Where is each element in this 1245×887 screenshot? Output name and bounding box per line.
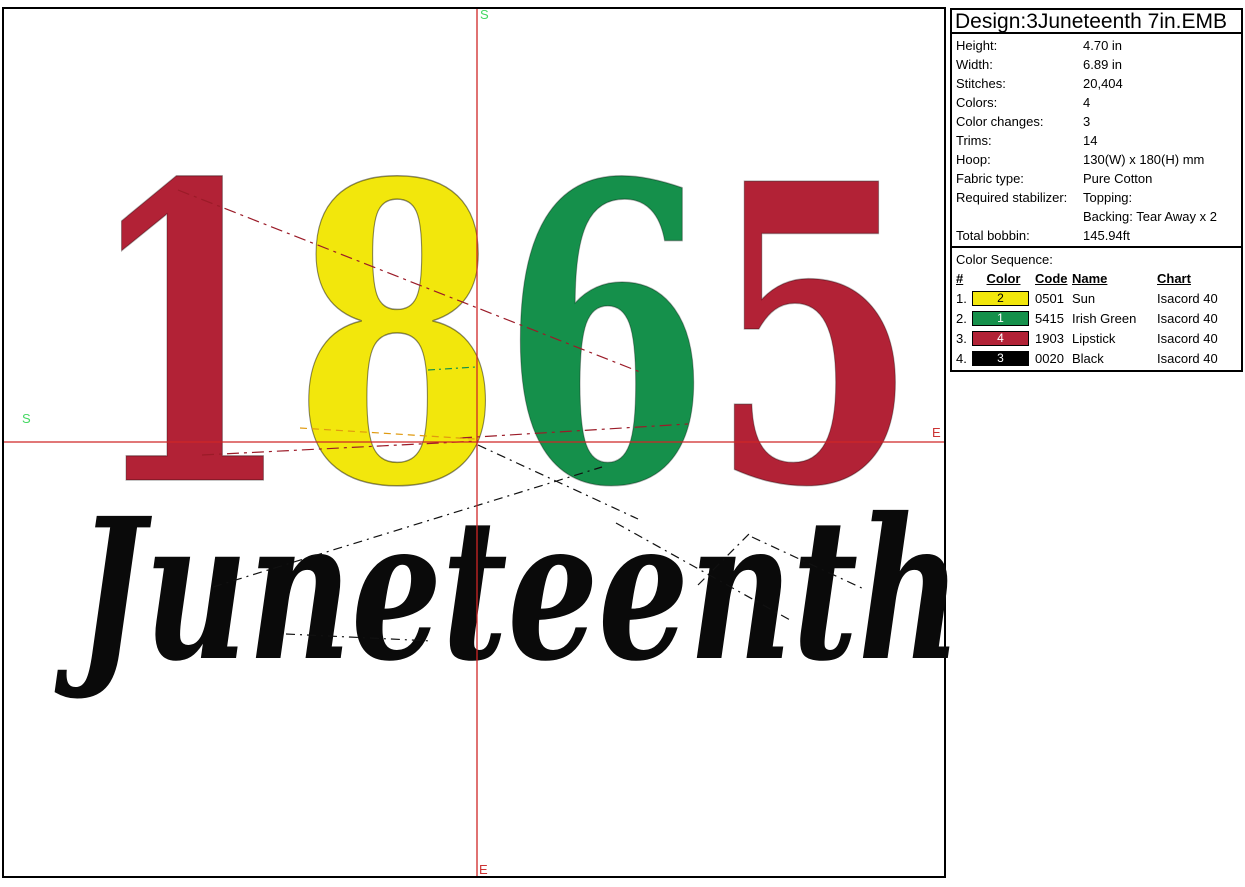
color-swatch: 3: [972, 351, 1029, 366]
property-value: 3: [1083, 112, 1239, 131]
color-swatch: 4: [972, 331, 1029, 346]
color-sequence-header: # Color Code Name Chart: [956, 269, 1239, 288]
property-label: Height:: [956, 36, 1083, 55]
color-sequence-row: 3. 4 1903 Lipstick Isacord 40: [956, 328, 1239, 348]
start-marker-left: S: [22, 412, 31, 425]
column-header-chart: Chart: [1157, 269, 1239, 288]
color-sequence-row: 4. 3 0020 Black Isacord 40: [956, 348, 1239, 368]
stabilizer-topping: Topping:: [1083, 190, 1132, 205]
thread-name: Black: [1072, 351, 1157, 366]
design-properties: Height:4.70 in Width:6.89 in Stitches:20…: [950, 34, 1243, 248]
property-label: Width:: [956, 55, 1083, 74]
thread-chart: Isacord 40: [1157, 351, 1239, 366]
thread-code: 0020: [1035, 351, 1072, 366]
property-row-stabilizer: Required stabilizer:Topping: Backing: Tea…: [956, 188, 1239, 226]
property-row-fabric-type: Fabric type:Pure Cotton: [956, 169, 1239, 188]
color-swatch: 2: [972, 291, 1029, 306]
property-label: Fabric type:: [956, 169, 1083, 188]
column-header-number: #: [956, 269, 972, 288]
property-value: Topping: Backing: Tear Away x 2: [1083, 188, 1239, 226]
column-header-color: Color: [972, 269, 1035, 288]
color-swatch: 1: [972, 311, 1029, 326]
design-script-text: Juneteenth: [77, 510, 962, 670]
thread-code: 1903: [1035, 331, 1072, 346]
property-label: Color changes:: [956, 112, 1083, 131]
property-value: Pure Cotton: [1083, 169, 1239, 188]
property-row-height: Height:4.70 in: [956, 36, 1239, 55]
property-label: Trims:: [956, 131, 1083, 150]
stabilizer-backing: Backing: Tear Away x 2: [1083, 209, 1217, 224]
thread-code: 0501: [1035, 291, 1072, 306]
thread-name: Irish Green: [1072, 311, 1157, 326]
color-sequence-row: 1. 2 0501 Sun Isacord 40: [956, 288, 1239, 308]
color-sequence-row: 2. 1 5415 Irish Green Isacord 40: [956, 308, 1239, 328]
property-label: Required stabilizer:: [956, 188, 1083, 226]
thread-code: 5415: [1035, 311, 1072, 326]
property-value: 14: [1083, 131, 1239, 150]
thread-chart: Isacord 40: [1157, 311, 1239, 326]
row-number: 4.: [956, 351, 972, 366]
start-marker-top: S: [480, 8, 489, 21]
property-row-trims: Trims:14: [956, 131, 1239, 150]
property-row-width: Width:6.89 in: [956, 55, 1239, 74]
end-marker-bottom: E: [479, 863, 488, 876]
thread-name: Sun: [1072, 291, 1157, 306]
row-number: 1.: [956, 291, 972, 306]
color-sequence-heading: Color Sequence:: [956, 250, 1239, 269]
property-label: Hoop:: [956, 150, 1083, 169]
row-number: 3.: [956, 331, 972, 346]
thread-chart: Isacord 40: [1157, 291, 1239, 306]
property-value: 6.89 in: [1083, 55, 1239, 74]
property-value: 20,404: [1083, 74, 1239, 93]
property-row-total-bobbin: Total bobbin:145.94ft: [956, 226, 1239, 245]
property-label: Total bobbin:: [956, 226, 1083, 245]
property-row-hoop: Hoop:130(W) x 180(H) mm: [956, 150, 1239, 169]
property-value: 4.70 in: [1083, 36, 1239, 55]
row-number: 2.: [956, 311, 972, 326]
design-canvas: 1865 Juneteenth S S E E: [2, 7, 946, 878]
property-row-colors: Colors:4: [956, 93, 1239, 112]
property-label: Colors:: [956, 93, 1083, 112]
property-row-stitches: Stitches:20,404: [956, 74, 1239, 93]
column-header-code: Code: [1035, 269, 1072, 288]
property-value: 145.94ft: [1083, 226, 1239, 245]
column-header-name: Name: [1072, 269, 1157, 288]
design-info-panel: Design:3Juneteenth 7in.EMB Height:4.70 i…: [950, 8, 1243, 372]
design-digits: 1865: [85, 181, 918, 491]
property-row-color-changes: Color changes:3: [956, 112, 1239, 131]
thread-chart: Isacord 40: [1157, 331, 1239, 346]
property-label: Stitches:: [956, 74, 1083, 93]
design-title: Design:3Juneteenth 7in.EMB: [950, 8, 1243, 34]
color-sequence-section: Color Sequence: # Color Code Name Chart …: [950, 248, 1243, 372]
thread-name: Lipstick: [1072, 331, 1157, 346]
property-value: 4: [1083, 93, 1239, 112]
property-value: 130(W) x 180(H) mm: [1083, 150, 1239, 169]
end-marker-right: E: [932, 426, 941, 439]
